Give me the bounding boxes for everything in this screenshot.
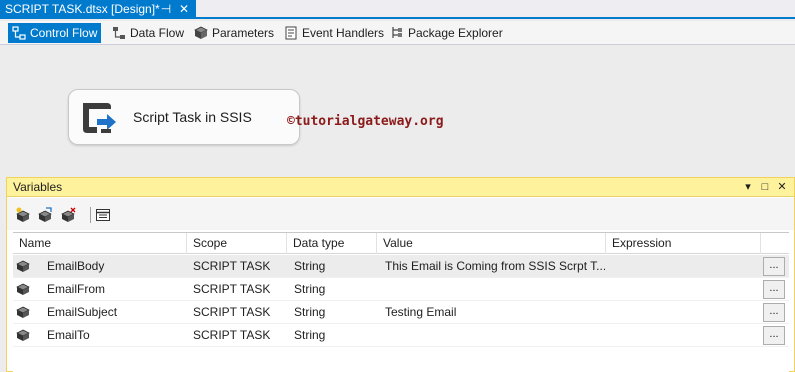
tab-control-flow-label: Control Flow (30, 26, 98, 40)
dropdown-icon[interactable]: ▾ (742, 181, 754, 193)
tab-data-flow-label: Data Flow (130, 26, 185, 40)
tab-control-flow[interactable]: Control Flow (8, 23, 102, 43)
variable-name[interactable]: EmailFrom (47, 278, 185, 301)
variable-icon (16, 329, 30, 341)
variable-expression[interactable] (613, 255, 759, 278)
variables-grid: Name Scope Data type Value Expression Em… (13, 232, 789, 372)
close-icon[interactable]: ✕ (776, 181, 788, 193)
redacted-value (389, 331, 561, 340)
variables-title: Variables (13, 180, 63, 194)
variable-data-type[interactable]: String (294, 301, 376, 324)
variables-toolbar (7, 198, 794, 230)
variables-panel: Variables ▾ □ ✕ Name Scope Data type Val… (6, 177, 795, 372)
tab-event-handlers-label: Event Handlers (302, 26, 385, 40)
control-flow-icon (12, 26, 26, 40)
event-handlers-icon (285, 26, 297, 40)
data-flow-icon (113, 27, 125, 39)
grid-options-icon[interactable] (95, 207, 111, 223)
variable-scope: SCRIPT TASK (193, 282, 271, 296)
add-variable-icon[interactable] (15, 207, 31, 223)
variable-data-type[interactable]: String (294, 324, 376, 347)
grid-header: Name Scope Data type Value Expression (13, 233, 789, 254)
variable-value[interactable]: Testing Email (385, 301, 605, 324)
expression-builder-button[interactable]: ... (763, 303, 785, 322)
variable-expression[interactable] (613, 278, 759, 301)
delete-variable-icon[interactable] (60, 207, 76, 223)
close-tab-icon[interactable]: ✕ (178, 0, 190, 18)
column-header-data-type[interactable]: Data type (287, 233, 377, 254)
script-task-icon (83, 103, 116, 133)
package-explorer-icon (392, 27, 402, 38)
table-row[interactable]: EmailSubject SCRIPT TASK String Testing … (13, 301, 789, 324)
document-tab-title: SCRIPT TASK.dtsx [Design]* (5, 2, 160, 16)
tab-package-explorer-label: Package Explorer (408, 26, 503, 40)
variable-data-type[interactable]: String (294, 278, 376, 301)
column-header-scope[interactable]: Scope (187, 233, 287, 254)
variables-titlebar: Variables ▾ □ ✕ (7, 178, 794, 197)
tab-package-explorer[interactable]: Package Explorer (386, 23, 507, 43)
column-header-name[interactable]: Name (13, 233, 187, 254)
script-task-node[interactable]: Script Task in SSIS (68, 89, 300, 145)
variable-expression[interactable] (613, 324, 759, 347)
table-row[interactable]: EmailFrom SCRIPT TASK String ... (13, 278, 789, 301)
variable-scope: SCRIPT TASK (193, 328, 271, 342)
variable-name[interactable]: EmailTo (47, 324, 185, 347)
tab-parameters[interactable]: Parameters (190, 23, 278, 43)
redacted-value (389, 285, 555, 294)
tab-parameters-label: Parameters (212, 26, 275, 40)
variable-scope: SCRIPT TASK (193, 305, 271, 319)
designer-tab-bar: Control Flow Data Flow Parameters Event … (0, 21, 795, 45)
variable-icon (16, 306, 30, 318)
variable-scope: SCRIPT TASK (193, 259, 271, 273)
variable-name[interactable]: EmailBody (47, 255, 185, 278)
variable-value[interactable]: This Email is Coming from SSIS Scrpt T..… (385, 255, 605, 278)
document-tab-strip: SCRIPT TASK.dtsx [Design]* ⊣ ✕ (0, 0, 795, 19)
variable-expression[interactable] (613, 301, 759, 324)
watermark-text: ©tutorialgateway.org (287, 114, 444, 129)
maximize-icon[interactable]: □ (759, 181, 771, 193)
table-row[interactable]: EmailTo SCRIPT TASK String ... (13, 324, 789, 347)
design-surface[interactable]: Script Task in SSIS ©tutorialgateway.org (0, 46, 795, 176)
document-tab[interactable]: SCRIPT TASK.dtsx [Design]* ⊣ ✕ (0, 0, 196, 19)
script-task-label: Script Task in SSIS (133, 109, 252, 125)
tab-event-handlers[interactable]: Event Handlers (280, 23, 388, 43)
column-header-value[interactable]: Value (377, 233, 606, 254)
pin-icon[interactable]: ⊣ (160, 0, 172, 18)
expression-builder-button[interactable]: ... (763, 257, 785, 276)
tab-data-flow[interactable]: Data Flow (108, 23, 188, 43)
table-row[interactable]: EmailBody SCRIPT TASK String This Email … (13, 255, 789, 278)
column-header-expression[interactable]: Expression (606, 233, 761, 254)
expression-builder-button[interactable]: ... (763, 326, 785, 345)
expression-builder-button[interactable]: ... (763, 280, 785, 299)
variable-icon (16, 283, 30, 295)
toolbar-separator (90, 207, 91, 223)
variable-name[interactable]: EmailSubject (47, 301, 185, 324)
variable-icon (16, 260, 30, 272)
parameters-icon (194, 26, 208, 39)
variable-data-type[interactable]: String (294, 255, 376, 278)
move-variable-icon[interactable] (37, 207, 53, 223)
